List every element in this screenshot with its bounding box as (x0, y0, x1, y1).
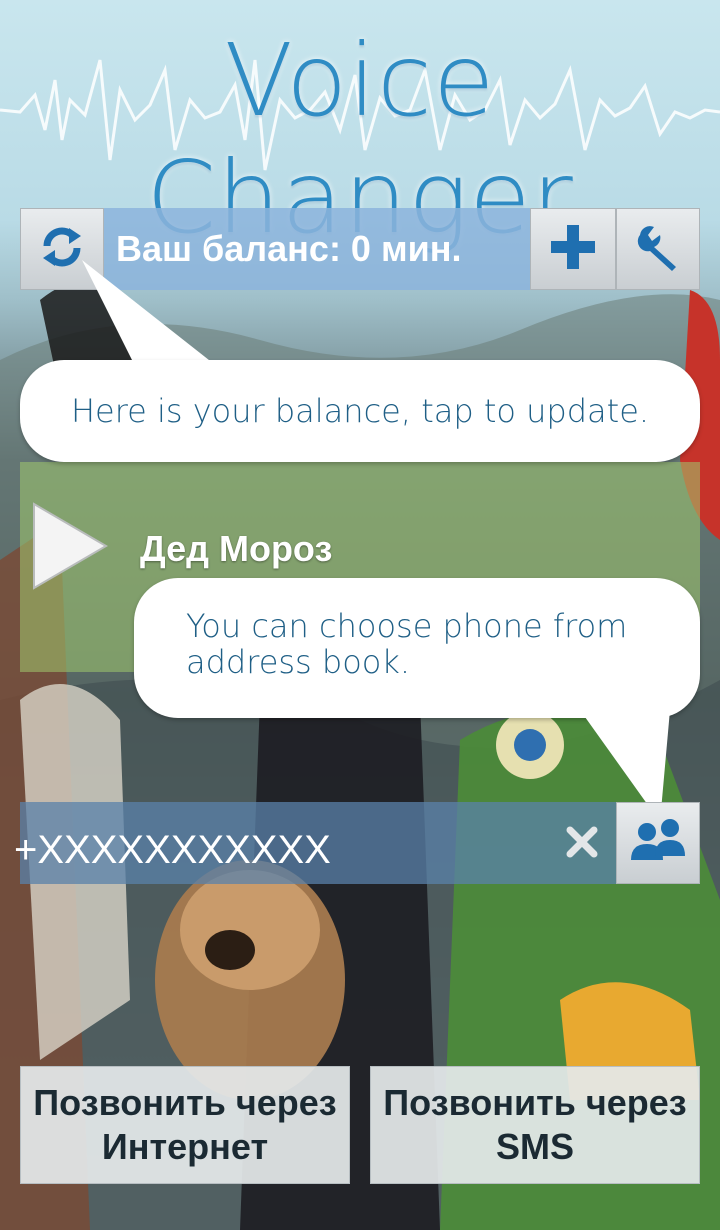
call-via-internet-button[interactable]: Позвонить через Интернет (20, 1066, 350, 1184)
balance-tooltip-pointer (82, 260, 214, 364)
contacts-icon (627, 816, 689, 870)
wrench-icon (632, 221, 684, 277)
play-icon[interactable] (28, 500, 110, 592)
settings-button[interactable] (616, 208, 700, 290)
call-internet-line1: Позвонить через (33, 1082, 337, 1123)
contacts-button[interactable] (616, 802, 700, 884)
call-sms-line2: SMS (495, 1126, 574, 1167)
plus-icon (547, 221, 599, 277)
phone-number-input[interactable] (14, 830, 574, 870)
close-icon[interactable] (562, 822, 602, 862)
call-via-sms-button[interactable]: Позвонить через SMS (370, 1066, 700, 1184)
call-internet-line2: Интернет (101, 1126, 269, 1167)
contacts-tooltip-text: You can choose phone from address book. (186, 607, 628, 681)
contacts-tooltip: You can choose phone from address book. (134, 578, 700, 718)
balance-tooltip-text: Here is your balance, tap to update. (70, 392, 650, 430)
selected-voice-name: Дед Мороз (140, 528, 333, 569)
call-sms-line1: Позвонить через (383, 1082, 687, 1123)
add-balance-button[interactable] (530, 208, 616, 290)
balance-tooltip: Here is your balance, tap to update. (20, 360, 700, 462)
